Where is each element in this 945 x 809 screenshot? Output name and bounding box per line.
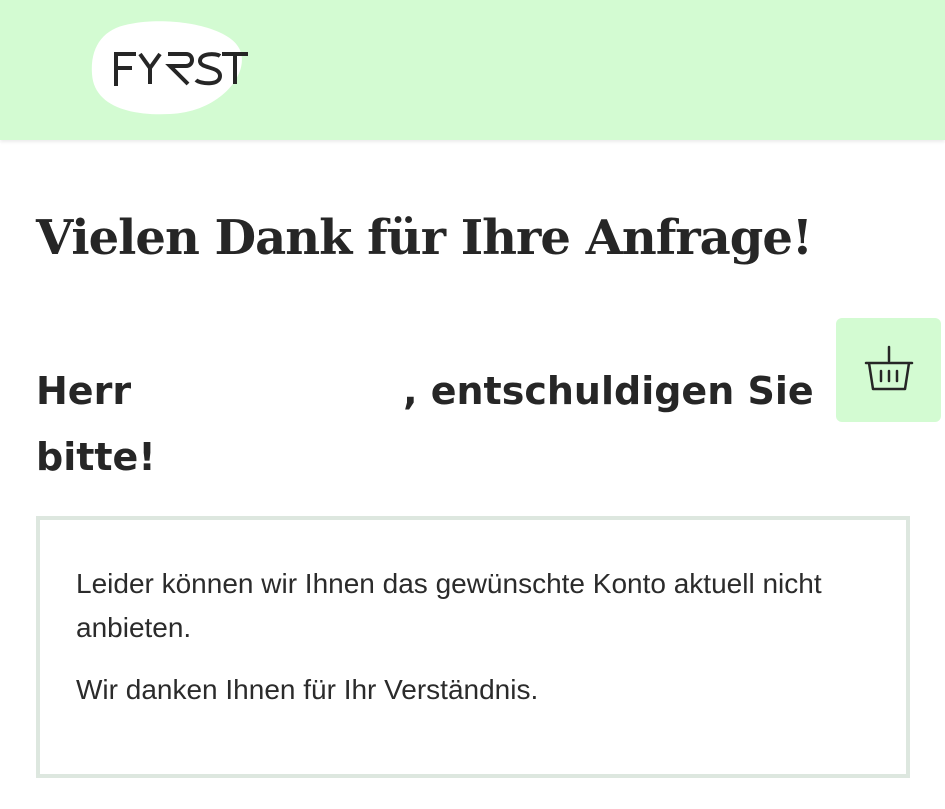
fyrst-logo[interactable]	[90, 20, 254, 116]
message-paragraph-1: Leider können wir Ihnen das gewünschte K…	[76, 568, 822, 643]
greeting-text: Herr , entschuldigen Sie bitte!	[36, 358, 826, 490]
basket-button[interactable]	[836, 318, 941, 422]
basket-icon	[864, 345, 913, 391]
message-box: Leider können wir Ihnen das gewünschte K…	[36, 516, 910, 778]
logo-graphic	[91, 21, 248, 115]
greeting-salutation: Herr	[36, 369, 132, 413]
greeting-suffix: , entschuldigen Sie	[403, 369, 814, 413]
message-paragraph-2: Wir danken Ihnen für Ihr Verständnis.	[76, 674, 539, 705]
site-header	[0, 0, 945, 140]
greeting-line2: bitte!	[36, 435, 156, 479]
page-title: Vielen Dank für Ihre Anfrage!	[36, 210, 813, 266]
